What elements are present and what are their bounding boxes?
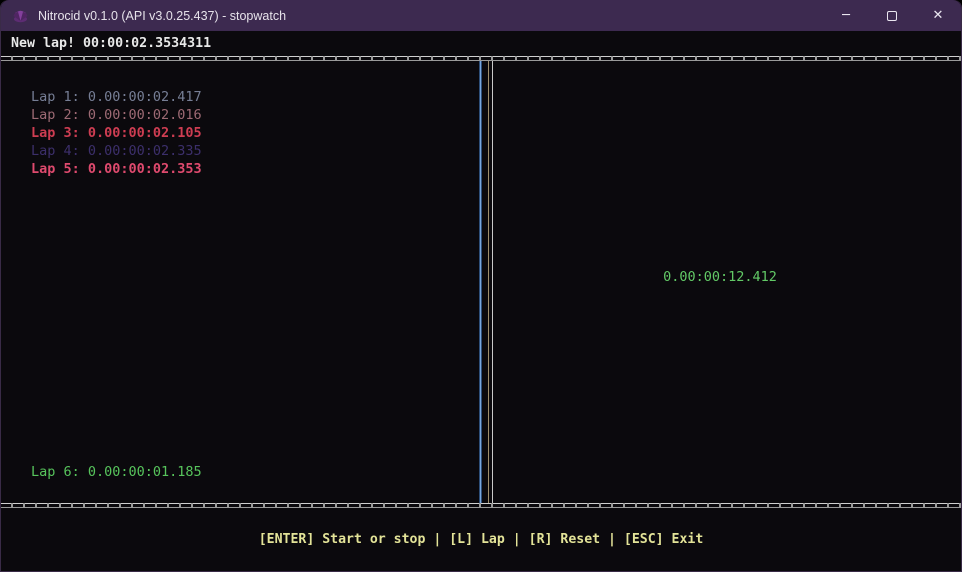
elapsed-panel: 0.00:00:12.412 — [493, 61, 961, 503]
title-bar: Nitrocid v0.1.0 (API v3.0.25.437) - stop… — [1, 0, 961, 31]
lap-entry: Lap 1: 0.00:00:02.417 — [31, 88, 202, 106]
window-title: Nitrocid v0.1.0 (API v3.0.25.437) - stop… — [38, 9, 286, 23]
lap-entry: Lap 2: 0.00:00:02.016 — [31, 106, 202, 124]
close-button[interactable]: ✕ — [915, 0, 961, 31]
close-icon: ✕ — [933, 8, 944, 23]
laps-panel: Lap 1: 0.00:00:02.417Lap 2: 0.00:00:02.0… — [1, 61, 479, 503]
main-area: Lap 1: 0.00:00:02.417Lap 2: 0.00:00:02.0… — [1, 56, 961, 508]
lap-entry: Lap 5: 0.00:00:02.353 — [31, 160, 202, 178]
window-controls: ─ ✕ — [823, 0, 961, 31]
app-window: Nitrocid v0.1.0 (API v3.0.25.437) - stop… — [0, 0, 962, 572]
keybindings-bar: [ENTER] Start or stop | [L] Lap | [R] Re… — [1, 508, 961, 571]
app-icon — [12, 8, 29, 24]
maximize-button[interactable] — [869, 0, 915, 31]
minimize-button[interactable]: ─ — [823, 0, 869, 31]
current-lap-entry: Lap 6: 0.00:00:01.185 — [31, 464, 202, 480]
lap-entry: Lap 3: 0.00:00:02.105 — [31, 124, 202, 142]
status-message: New lap! 00:00:02.3534311 — [1, 31, 961, 56]
lap-entry: Lap 4: 0.00:00:02.335 — [31, 142, 202, 160]
left-panel-border — [479, 61, 482, 503]
lap-list: Lap 1: 0.00:00:02.417Lap 2: 0.00:00:02.0… — [31, 88, 202, 178]
minimize-icon: ─ — [842, 8, 850, 23]
maximize-icon — [887, 11, 897, 21]
elapsed-time: 0.00:00:12.412 — [663, 269, 777, 285]
